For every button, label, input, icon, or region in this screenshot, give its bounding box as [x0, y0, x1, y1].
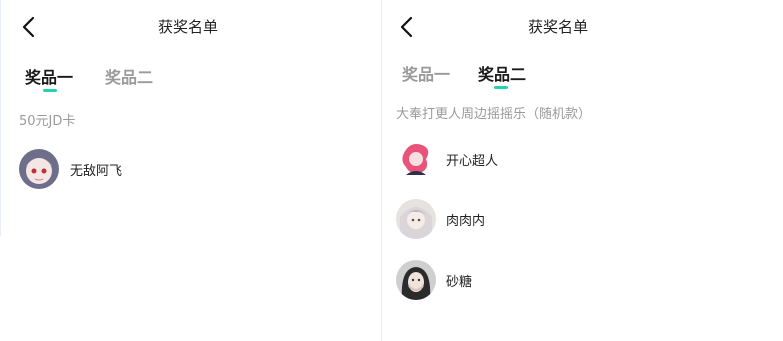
left-panel: 获奖名单 奖品一 奖品二 50元JD卡 无敌阿飞	[0, 0, 378, 236]
winner-row[interactable]: 无敌阿飞	[19, 149, 219, 189]
winner-name: 肉肉内	[446, 214, 486, 229]
avatar	[396, 199, 436, 239]
tab-indicator	[494, 86, 508, 89]
chevron-left-icon[interactable]	[19, 15, 39, 39]
winner-name: 开心超人	[446, 154, 499, 169]
winner-row[interactable]: 开心超人	[396, 139, 646, 179]
tab-indicator	[43, 89, 57, 92]
page-title: 获奖名单	[528, 18, 589, 36]
tab-prize-1[interactable]: 奖品一	[25, 64, 73, 88]
avatar	[19, 149, 59, 189]
prize-name: 50元JD卡	[19, 114, 76, 129]
winner-row[interactable]: 砂糖	[396, 260, 646, 300]
winner-name: 砂糖	[446, 275, 473, 290]
tab-prize-2[interactable]: 奖品二	[478, 61, 526, 85]
chevron-left-icon[interactable]	[397, 15, 417, 39]
avatar	[396, 139, 436, 179]
right-panel: 获奖名单 奖品一 奖品二 大奉打更人周边摇摇乐（随机款） 开心超人 肉肉内 砂糖	[381, 0, 783, 341]
header: 获奖名单	[1, 0, 378, 52]
winner-row[interactable]: 肉肉内	[396, 199, 646, 239]
page-title: 获奖名单	[158, 18, 219, 36]
header: 获奖名单	[382, 0, 783, 52]
winner-name: 无敌阿飞	[70, 164, 123, 179]
tab-prize-1[interactable]: 奖品一	[402, 61, 450, 85]
prize-name: 大奉打更人周边摇摇乐（随机款）	[396, 107, 592, 122]
tab-prize-2[interactable]: 奖品二	[105, 64, 153, 88]
avatar	[396, 260, 436, 300]
